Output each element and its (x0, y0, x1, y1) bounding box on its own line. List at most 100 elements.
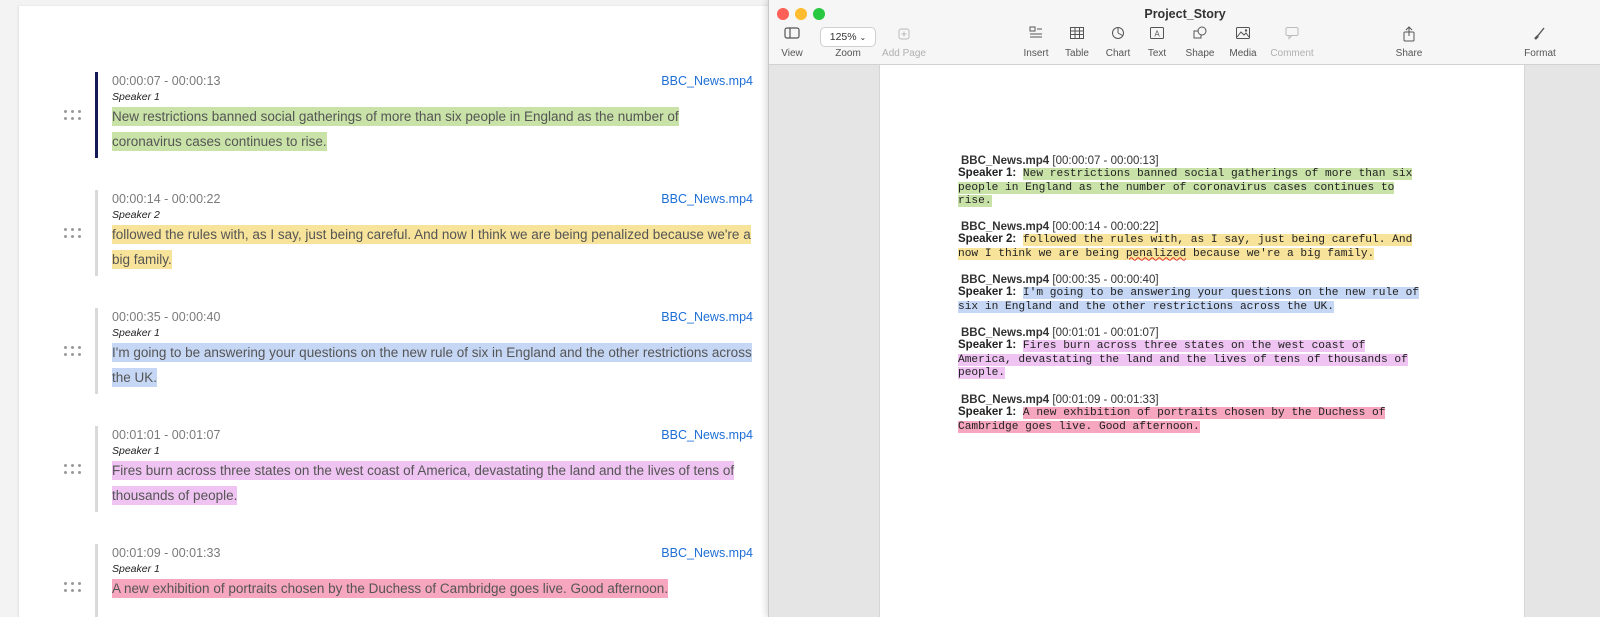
comment-label: Comment (1270, 48, 1314, 59)
sidebar-icon (781, 26, 803, 44)
drag-handle-icon[interactable] (64, 464, 82, 476)
document-timestamp: [00:00:14 - 00:00:22] (1052, 221, 1159, 233)
drag-handle-icon[interactable] (64, 110, 82, 122)
document-timestamp: [00:01:09 - 00:01:33] (1052, 394, 1159, 406)
document-text-line: New restrictions banned social gathering… (1022, 168, 1413, 180)
format-button[interactable]: Format (1522, 26, 1558, 59)
document-entry-text[interactable]: Speaker 1: Fires burn across three state… (958, 339, 1458, 381)
segment-file-link[interactable]: BBC_News.mp4 (661, 192, 753, 206)
transcript-segment[interactable]: 00:01:09 - 00:01:33 BBC_News.mp4 Speaker… (19, 544, 779, 617)
document-entry-header: BBC_News.mp4 [00:01:01 - 00:01:07] (961, 327, 1458, 339)
transcript-segment[interactable]: 00:00:07 - 00:00:13 BBC_News.mp4 Speaker… (19, 72, 779, 172)
view-button[interactable]: View (777, 26, 807, 59)
window-toolbar: Project_Story View 125% ⌄ Zoom Add Page … (769, 0, 1600, 65)
format-label: Format (1524, 48, 1556, 59)
zoom-label-text: Zoom (835, 48, 861, 59)
pages-window: Project_Story View 125% ⌄ Zoom Add Page … (768, 0, 1600, 617)
document-text-line: I'm going to be answering your questions… (1022, 287, 1420, 299)
media-icon (1232, 26, 1254, 44)
segment-text[interactable]: A new exhibition of portraits chosen by … (112, 577, 752, 602)
segment-timestamp: 00:01:01 - 00:01:07 (112, 428, 221, 442)
document-entry-text[interactable]: Speaker 1: A new exhibition of portraits… (958, 406, 1458, 434)
document-text-line: people in England as the number of coron… (958, 181, 1395, 194)
comment-icon (1281, 26, 1303, 44)
document-timestamp: [00:01:01 - 00:01:07] (1052, 327, 1159, 339)
document-entry: BBC_News.mp4 [00:01:09 - 00:01:33] Speak… (958, 394, 1458, 434)
text-label: Text (1147, 48, 1167, 59)
document-text-line: now I think we are being (958, 247, 1126, 260)
chart-label: Chart (1105, 48, 1131, 59)
document-text-line: because we're a big family. (1186, 247, 1375, 260)
document-file-name: BBC_News.mp4 (961, 221, 1050, 233)
document-entry-text[interactable]: Speaker 1: New restrictions banned socia… (958, 167, 1458, 209)
document-text-line: Cambridge goes live. Good afternoon. (958, 420, 1200, 433)
insert-button[interactable]: Insert (1021, 26, 1051, 59)
share-label: Share (1395, 48, 1423, 59)
segment-active-bar (95, 72, 98, 158)
text-button[interactable]: A Text (1142, 26, 1172, 59)
segment-file-link[interactable]: BBC_News.mp4 (661, 74, 753, 88)
table-label: Table (1065, 48, 1089, 59)
document-entry: BBC_News.mp4 [00:01:01 - 00:01:07] Speak… (958, 327, 1458, 381)
add-page-button[interactable]: Add Page (881, 26, 927, 59)
document-entry-text[interactable]: Speaker 1: I'm going to be answering you… (958, 286, 1458, 314)
document-text-line: six in England and the other restriction… (958, 300, 1334, 313)
segment-file-link[interactable]: BBC_News.mp4 (661, 546, 753, 560)
add-page-label: Add Page (882, 48, 926, 59)
document-entry-header: BBC_News.mp4 [00:00:35 - 00:00:40] (961, 274, 1458, 286)
document-file-name: BBC_News.mp4 (961, 274, 1050, 286)
document-file-name: BBC_News.mp4 (961, 327, 1050, 339)
zoom-label: Zoom (828, 48, 868, 59)
segment-speaker: Speaker 1 (112, 445, 160, 457)
segment-bar (95, 308, 98, 394)
document-entry-text[interactable]: Speaker 2: followed the rules with, as I… (958, 233, 1458, 261)
share-button[interactable]: Share (1394, 26, 1424, 59)
chart-icon (1107, 26, 1129, 44)
shape-button[interactable]: Shape (1183, 26, 1217, 59)
media-button[interactable]: Media (1226, 26, 1260, 59)
drag-handle-icon[interactable] (64, 582, 82, 594)
shape-label: Shape (1185, 48, 1215, 59)
segment-timestamp: 00:00:14 - 00:00:22 (112, 192, 221, 206)
document-text-line: people. (958, 367, 1005, 379)
segment-file-link[interactable]: BBC_News.mp4 (661, 310, 753, 324)
svg-text:A: A (1154, 30, 1160, 39)
comment-button[interactable]: Comment (1269, 26, 1315, 59)
segment-text[interactable]: New restrictions banned social gathering… (112, 105, 752, 154)
document-timestamp: [00:00:07 - 00:00:13] (1052, 155, 1159, 167)
transcript-segment[interactable]: 00:00:35 - 00:00:40 BBC_News.mp4 Speaker… (19, 308, 779, 408)
document-speaker: Speaker 1: (958, 286, 1017, 298)
segment-timestamp: 00:01:09 - 00:01:33 (112, 546, 221, 560)
segment-speaker: Speaker 2 (112, 209, 160, 221)
chart-button[interactable]: Chart (1103, 26, 1133, 59)
table-button[interactable]: Table (1062, 26, 1092, 59)
document-text-line: followed the rules with, as I say, just … (1022, 234, 1413, 246)
drag-handle-icon[interactable] (64, 228, 82, 240)
segment-text-highlight[interactable]: A new exhibition of portraits chosen by … (112, 579, 669, 598)
document-file-name: BBC_News.mp4 (961, 394, 1050, 406)
segment-text-highlight[interactable]: followed the rules with, as I say, just … (112, 225, 751, 269)
segment-text[interactable]: I'm going to be answering your questions… (112, 341, 752, 390)
transcript-segment[interactable]: 00:01:01 - 00:01:07 BBC_News.mp4 Speaker… (19, 426, 779, 526)
segment-file-link[interactable]: BBC_News.mp4 (661, 428, 753, 442)
document-page[interactable]: BBC_News.mp4 [00:00:07 - 00:00:13] Speak… (879, 65, 1525, 617)
segment-text-highlight[interactable]: Fires burn across three states on the we… (112, 461, 735, 505)
window-title: Project_Story (1144, 7, 1226, 21)
zoom-select[interactable]: 125% ⌄ (820, 27, 876, 47)
transcript-segment[interactable]: 00:00:14 - 00:00:22 BBC_News.mp4 Speaker… (19, 190, 779, 290)
segment-text[interactable]: followed the rules with, as I say, just … (112, 223, 752, 272)
document-entry: BBC_News.mp4 [00:00:14 - 00:00:22] Speak… (958, 221, 1458, 261)
document-entry-header: BBC_News.mp4 [00:00:14 - 00:00:22] (961, 221, 1458, 233)
document-speaker: Speaker 1: (958, 339, 1017, 351)
segment-text[interactable]: Fires burn across three states on the we… (112, 459, 752, 508)
spellcheck-word[interactable]: penalized (1125, 247, 1187, 260)
segment-speaker: Speaker 1 (112, 91, 160, 103)
drag-handle-icon[interactable] (64, 346, 82, 358)
segment-text-highlight[interactable]: I'm going to be answering your questions… (112, 343, 752, 387)
document-text-line: rise. (958, 195, 992, 207)
document-entry: BBC_News.mp4 [00:00:35 - 00:00:40] Speak… (958, 274, 1458, 314)
insert-icon (1025, 26, 1047, 44)
segment-text-highlight[interactable]: New restrictions banned social gathering… (112, 107, 679, 151)
text-box-icon: A (1146, 26, 1168, 44)
document-speaker: Speaker 1: (958, 406, 1017, 418)
